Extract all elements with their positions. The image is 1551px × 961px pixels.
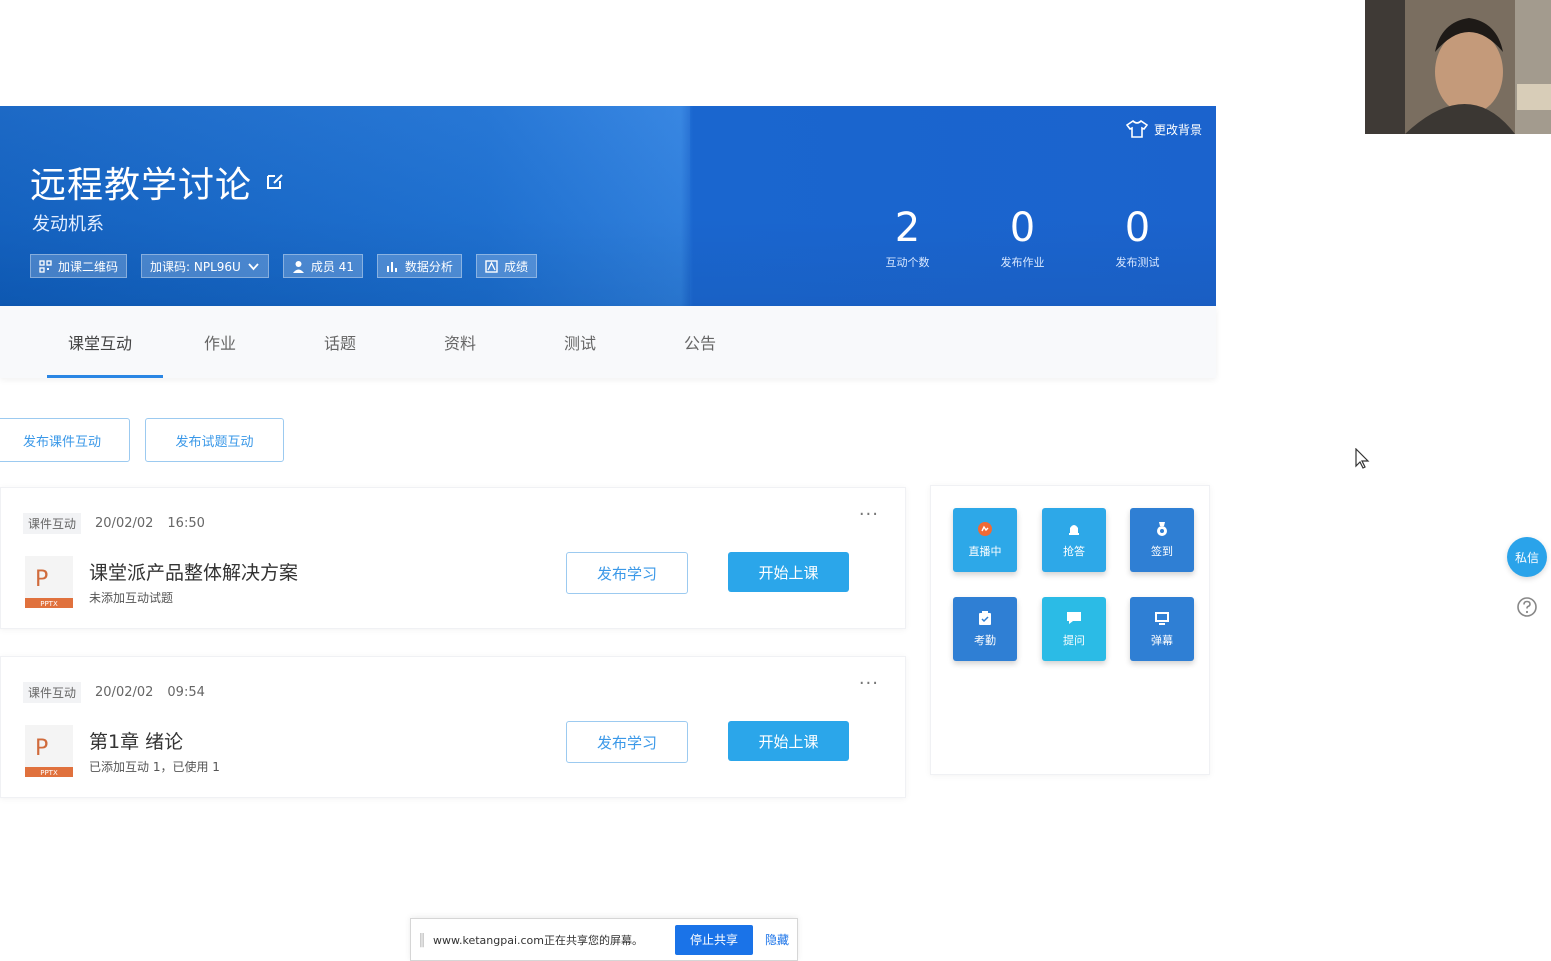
publish-courseware-button[interactable]: 发布课件互动	[0, 418, 130, 462]
chat-icon	[1067, 612, 1081, 624]
chip-label: 数据分析	[404, 259, 453, 274]
tool-label: 直播中	[968, 545, 1002, 558]
webcam-frame	[1365, 0, 1551, 134]
webcam-video	[1365, 0, 1551, 134]
course-tabs: 课堂互动 作业 话题 资料 测试 公告	[0, 306, 1216, 378]
help-icon[interactable]	[1516, 596, 1538, 618]
card-time: 16:50	[167, 516, 205, 531]
tab-homework[interactable]: 作业	[160, 306, 280, 378]
interaction-card: 课件互动 20/02/02 09:54 ··· P PPTX 第1章 绪论 已添…	[0, 656, 906, 798]
share-status-text: www.ketangpai.com正在共享您的屏幕。	[433, 933, 643, 947]
stat-label: 发布作业	[1000, 256, 1045, 269]
card-time: 09:54	[167, 685, 205, 700]
pptx-file-icon: P PPTX	[25, 556, 73, 608]
interaction-card: 课件互动 20/02/02 16:50 ··· P PPTX 课堂派产品整体解决…	[0, 487, 906, 629]
pptx-file-icon: P PPTX	[25, 725, 73, 777]
live-icon	[978, 522, 992, 536]
classroom-tools-panel: 直播中 抢答 签到 考勤 提问 弹幕	[930, 485, 1210, 775]
chevron-down-icon	[248, 262, 259, 270]
stat-value: 2	[894, 205, 921, 251]
edit-icon[interactable]	[264, 170, 286, 192]
svg-text:P: P	[35, 736, 48, 761]
course-stats: 2 互动个数 0 发布作业 0 发布测试	[850, 204, 1195, 270]
change-background-label: 更改背景	[1153, 122, 1202, 137]
tool-label: 签到	[1151, 545, 1173, 558]
tool-label: 提问	[1063, 634, 1085, 647]
grade-icon	[485, 259, 498, 273]
publish-learning-button[interactable]: 发布学习	[566, 721, 688, 763]
card-tag: 课件互动	[23, 513, 82, 534]
data-analysis-chip[interactable]: 数据分析	[376, 254, 462, 278]
tab-announcements[interactable]: 公告	[640, 306, 760, 378]
tool-question[interactable]: 提问	[1042, 597, 1106, 661]
course-subtitle: 发动机系	[32, 214, 104, 235]
chip-label: 加课码: NPL96U	[150, 259, 241, 274]
chip-label: 成员 41	[310, 259, 354, 274]
start-class-button[interactable]: 开始上课	[728, 721, 849, 761]
tool-attendance[interactable]: 考勤	[953, 597, 1017, 661]
clipboard-icon	[979, 611, 991, 625]
shirt-icon	[1125, 120, 1148, 138]
publish-learning-button[interactable]: 发布学习	[566, 552, 688, 594]
card-meta: 课件互动 20/02/02 16:50	[23, 513, 205, 534]
tool-danmaku[interactable]: 弹幕	[1130, 597, 1194, 661]
grades-chip[interactable]: 成绩	[475, 254, 537, 278]
medal-icon	[1157, 522, 1167, 536]
tab-topics[interactable]: 话题	[280, 306, 400, 378]
tool-label: 弹幕	[1151, 634, 1173, 647]
tab-materials[interactable]: 资料	[400, 306, 520, 378]
card-meta: 课件互动 20/02/02 09:54	[23, 682, 205, 703]
screen-icon	[1155, 612, 1169, 625]
card-title[interactable]: 第1章 绪论	[89, 727, 183, 754]
start-class-button[interactable]: 开始上课	[728, 552, 849, 592]
course-chip-bar: 加课二维码 加课码: NPL96U 成员 41 数据分析 成绩	[30, 254, 537, 278]
hide-share-bar-link[interactable]: 隐藏	[765, 931, 789, 948]
course-title: 远程教学讨论	[30, 165, 253, 206]
qrcode-chip[interactable]: 加课二维码	[30, 254, 128, 278]
course-banner: 远程教学讨论 发动机系 加课二维码 加课码: NPL96U 成员 41 数据分析…	[0, 106, 1216, 306]
stat-value: 0	[1009, 205, 1036, 251]
user-icon	[292, 260, 304, 273]
members-chip[interactable]: 成员 41	[282, 254, 363, 278]
screen-share-bar: ‖ www.ketangpai.com正在共享您的屏幕。 停止共享 隐藏	[410, 918, 798, 961]
card-date: 20/02/02	[95, 516, 154, 531]
stop-sharing-button[interactable]: 停止共享	[675, 924, 753, 955]
mouse-cursor-icon	[1355, 448, 1370, 469]
bar-chart-icon	[386, 261, 397, 272]
stat-label: 互动个数	[885, 256, 930, 269]
private-message-button[interactable]: 私信	[1507, 537, 1547, 577]
svg-text:PPTX: PPTX	[40, 769, 58, 777]
tab-class-interaction[interactable]: 课堂互动	[40, 306, 163, 378]
card-description: 已添加互动 1，已使用 1	[89, 760, 220, 774]
stat-tests: 0 发布测试	[1080, 204, 1195, 270]
more-options-icon[interactable]: ···	[859, 504, 879, 525]
class-code-chip[interactable]: 加课码: NPL96U	[141, 254, 269, 278]
tool-live[interactable]: 直播中	[953, 508, 1017, 572]
card-tag: 课件互动	[23, 682, 82, 703]
publish-quiz-button[interactable]: 发布试题互动	[145, 418, 284, 462]
qrcode-icon	[39, 259, 52, 273]
tool-label: 抢答	[1063, 545, 1085, 558]
change-background-button[interactable]: 更改背景	[1125, 120, 1202, 138]
svg-text:P: P	[35, 567, 48, 592]
tab-tests[interactable]: 测试	[520, 306, 640, 378]
tool-quick-answer[interactable]: 抢答	[1042, 508, 1106, 572]
stat-interactions: 2 互动个数	[850, 204, 965, 270]
stat-homework: 0 发布作业	[965, 204, 1080, 270]
card-date: 20/02/02	[95, 685, 154, 700]
tool-label: 考勤	[974, 634, 996, 647]
tool-sign-in[interactable]: 签到	[1130, 508, 1194, 572]
bell-icon	[1069, 525, 1079, 535]
svg-text:PPTX: PPTX	[40, 600, 58, 608]
chip-label: 成绩	[503, 259, 528, 274]
card-title[interactable]: 课堂派产品整体解决方案	[89, 558, 298, 585]
drag-handle-icon[interactable]: ‖	[411, 932, 433, 948]
stat-value: 0	[1124, 205, 1151, 251]
more-options-icon[interactable]: ···	[859, 673, 879, 694]
card-description: 未添加互动试题	[89, 591, 174, 605]
stat-label: 发布测试	[1115, 256, 1160, 269]
chip-label: 加课二维码	[58, 259, 119, 274]
